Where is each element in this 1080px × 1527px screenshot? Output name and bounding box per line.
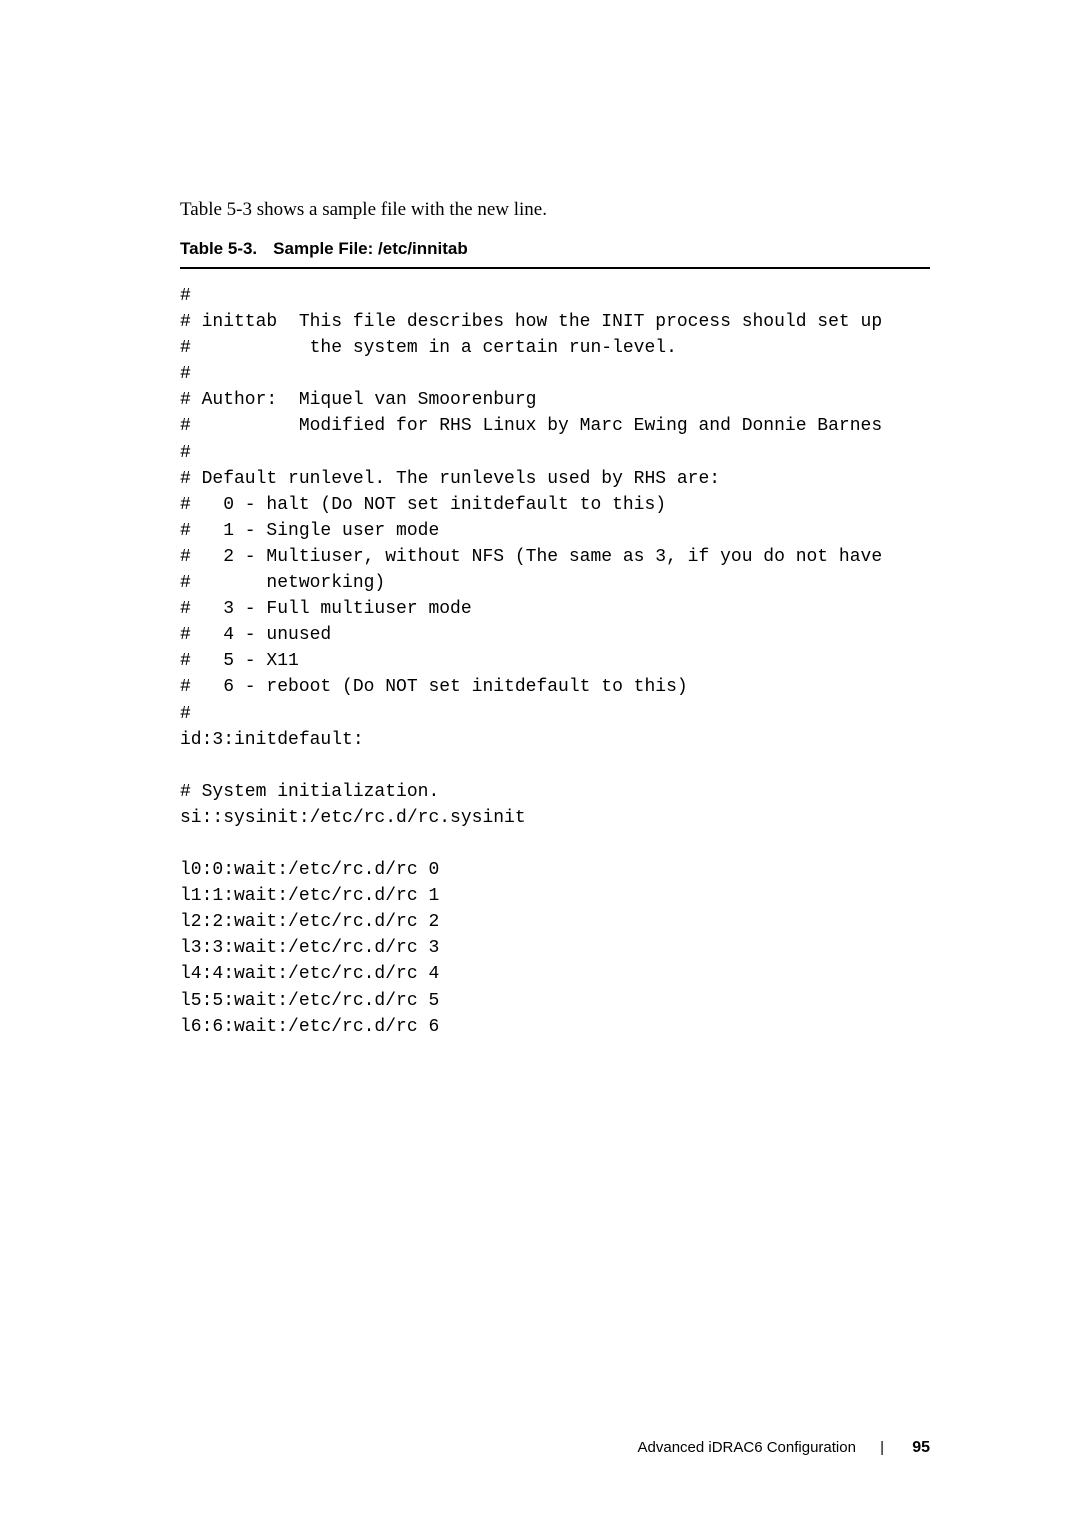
page-footer: Advanced iDRAC6 Configuration | 95 (638, 1439, 931, 1457)
code-block: # # inittab This file describes how the … (180, 283, 930, 1040)
table-caption-text: Sample File: /etc/innitab (273, 239, 468, 258)
intro-text: Table 5-3 shows a sample file with the n… (180, 199, 930, 221)
footer-divider: | (880, 1439, 884, 1456)
table-caption: Table 5-3. Sample File: /etc/innitab (180, 239, 930, 259)
table-rule (180, 267, 930, 269)
footer-section: Advanced iDRAC6 Configuration (638, 1439, 856, 1456)
table-number: Table 5-3. (180, 239, 257, 258)
footer-page-number: 95 (912, 1439, 930, 1456)
